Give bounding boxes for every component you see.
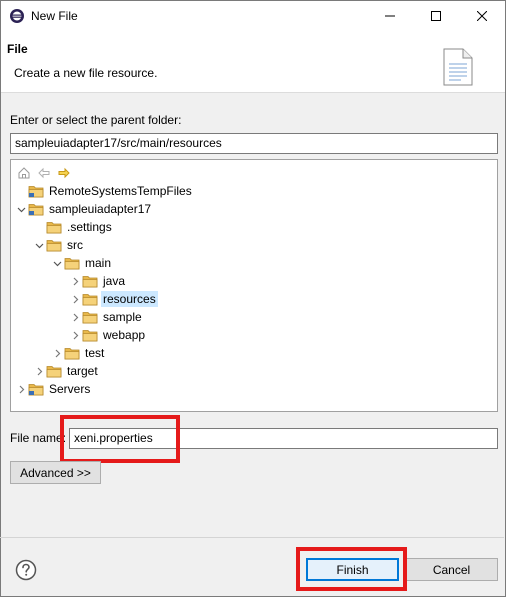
chevron-right-icon[interactable]: [33, 362, 45, 380]
project-folder-icon: [27, 182, 45, 200]
chevron-right-icon[interactable]: [69, 290, 81, 308]
tree-item-label: Servers: [49, 382, 91, 396]
chevron-right-icon[interactable]: [69, 326, 81, 344]
file-name-label: File name:: [10, 431, 67, 445]
tree-item-label: src: [67, 238, 83, 252]
folder-icon: [81, 308, 99, 326]
parent-folder-label: Enter or select the parent folder:: [10, 113, 182, 127]
tree-item[interactable]: webapp: [69, 326, 147, 344]
wizard-title: File: [7, 42, 28, 56]
home-button[interactable]: [15, 164, 33, 182]
chevron-right-icon[interactable]: [15, 380, 27, 398]
folder-icon: [81, 272, 99, 290]
chevron-down-icon[interactable]: [33, 236, 45, 254]
tree-item-label: resources: [101, 291, 158, 307]
wizard-description: Create a new file resource.: [14, 66, 158, 80]
project-folder-icon: [27, 200, 45, 218]
annotation-highlight-finish: [296, 547, 407, 591]
folder-icon: [63, 254, 81, 272]
folder-icon: [45, 236, 63, 254]
tree-item-label: RemoteSystemsTempFiles: [49, 184, 192, 198]
minimize-button[interactable]: [367, 1, 413, 31]
close-button[interactable]: [459, 1, 505, 31]
tree-item[interactable]: test: [51, 344, 106, 362]
chevron-right-icon[interactable]: [69, 272, 81, 290]
tree-item-label: sampleuiadapter17: [49, 202, 152, 216]
window-title: New File: [31, 9, 78, 23]
tree-item-label: .settings: [67, 220, 112, 234]
tree-item[interactable]: src: [33, 236, 85, 254]
eclipse-icon: [10, 9, 24, 23]
back-button[interactable]: [35, 164, 53, 182]
title-bar: New File: [1, 1, 505, 31]
tree-item-label: main: [85, 256, 112, 270]
advanced-button[interactable]: Advanced >>: [10, 461, 101, 484]
home-icon: [18, 167, 30, 179]
folder-icon: [45, 362, 63, 380]
tree-item[interactable]: resources: [69, 290, 158, 308]
tree-item[interactable]: Servers: [15, 380, 92, 398]
wizard-header: File Create a new file resource.: [1, 31, 505, 93]
forward-button[interactable]: [55, 164, 73, 182]
tree-item[interactable]: sampleuiadapter17: [15, 200, 153, 218]
chevron-down-icon[interactable]: [15, 200, 27, 218]
annotation-highlight-filename: [60, 415, 180, 463]
background-edge: [506, 0, 512, 597]
footer-divider: [0, 537, 504, 538]
tree-item-label: sample: [103, 310, 142, 324]
tree-item[interactable]: sample: [69, 308, 144, 326]
tree-item-label: test: [85, 346, 105, 360]
folder-icon: [63, 344, 81, 362]
tree-item[interactable]: java: [69, 272, 127, 290]
folder-icon: [81, 290, 99, 308]
minimize-icon: [385, 15, 395, 17]
tree-item[interactable]: .settings: [33, 218, 114, 236]
tree-toolbar: [15, 164, 73, 182]
tree-item[interactable]: target: [33, 362, 100, 380]
cancel-button[interactable]: Cancel: [405, 558, 498, 581]
tree-item[interactable]: RemoteSystemsTempFiles: [15, 182, 194, 200]
parent-folder-input[interactable]: sampleuiadapter17/src/main/resources: [10, 133, 498, 154]
tree-item-label: target: [67, 364, 98, 378]
arrow-right-icon: [58, 167, 70, 179]
tree-item[interactable]: main: [51, 254, 113, 272]
tree-item-label: webapp: [103, 328, 146, 342]
tree-item-label: java: [103, 274, 126, 288]
arrow-left-icon: [38, 167, 50, 179]
new-file-wizard-icon: [443, 48, 473, 86]
chevron-right-icon[interactable]: [69, 308, 81, 326]
folder-tree[interactable]: RemoteSystemsTempFiles sampleuiadapter17.…: [10, 159, 498, 412]
help-icon[interactable]: [15, 559, 37, 581]
maximize-icon: [431, 11, 441, 21]
maximize-button[interactable]: [413, 1, 459, 31]
chevron-down-icon[interactable]: [51, 254, 63, 272]
chevron-right-icon[interactable]: [51, 344, 63, 362]
close-icon: [477, 11, 487, 21]
project-folder-icon: [27, 380, 45, 398]
folder-icon: [81, 326, 99, 344]
folder-icon: [45, 218, 63, 236]
